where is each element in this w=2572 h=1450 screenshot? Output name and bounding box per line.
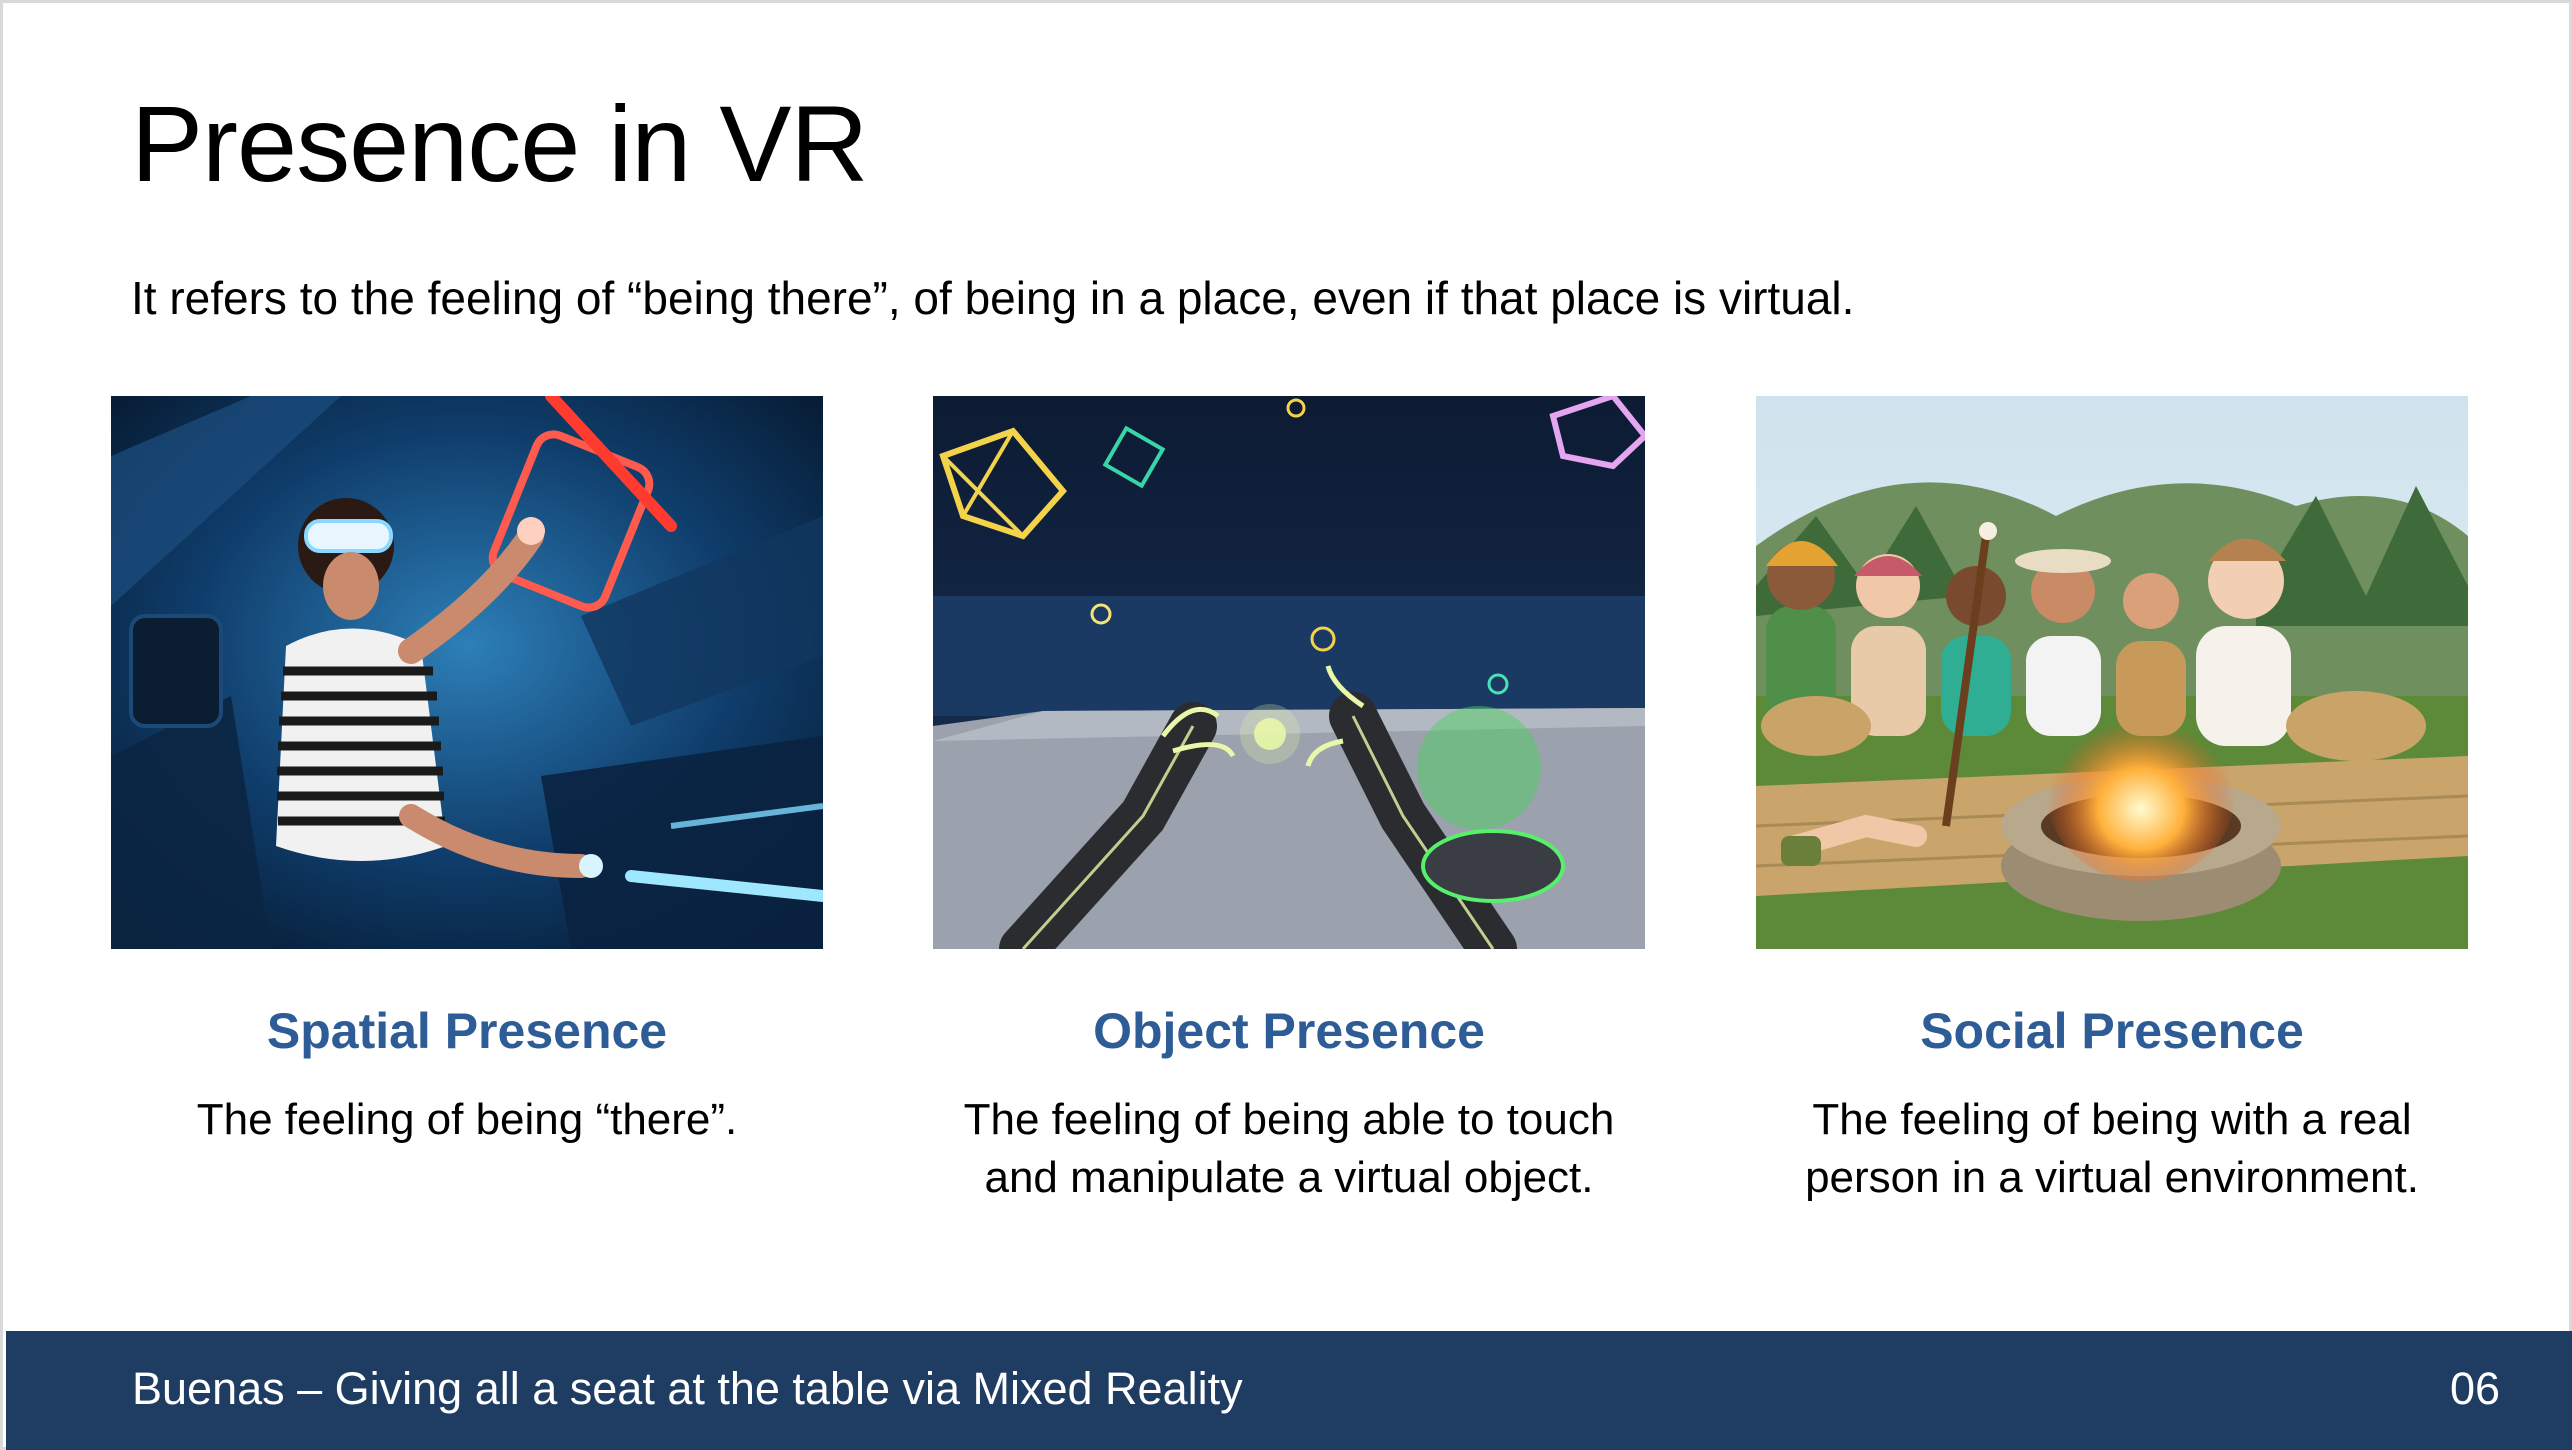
card-object-presence: Object Presence The feeling of being abl… (933, 396, 1645, 1207)
social-presence-image (1756, 396, 2468, 949)
footer-bar: Buenas – Giving all a seat at the table … (6, 1331, 2572, 1450)
page-number: 06 (2449, 1363, 2500, 1414)
slide-subtitle: It refers to the feeling of “being there… (131, 272, 1855, 324)
card-description: The feeling of being able to touch and m… (963, 1095, 1615, 1202)
slide: Presence in VR It refers to the feeling … (0, 0, 2572, 1450)
card-social-presence: Social Presence The feeling of being wit… (1756, 396, 2468, 1207)
card-description: The feeling of being “there”. (196, 1095, 738, 1144)
object-presence-image (933, 396, 1645, 949)
card-spatial-presence: Spatial Presence The feeling of being “t… (111, 396, 823, 1149)
spatial-presence-image (111, 396, 823, 949)
card-heading: Object Presence (1093, 1003, 1485, 1059)
slide-title: Presence in VR (131, 83, 868, 204)
footer-caption: Buenas – Giving all a seat at the table … (132, 1363, 1243, 1414)
card-heading: Spatial Presence (266, 1003, 668, 1059)
card-heading: Social Presence (1920, 1003, 2304, 1059)
card-description: The feeling of being with a real person … (1805, 1095, 2419, 1202)
